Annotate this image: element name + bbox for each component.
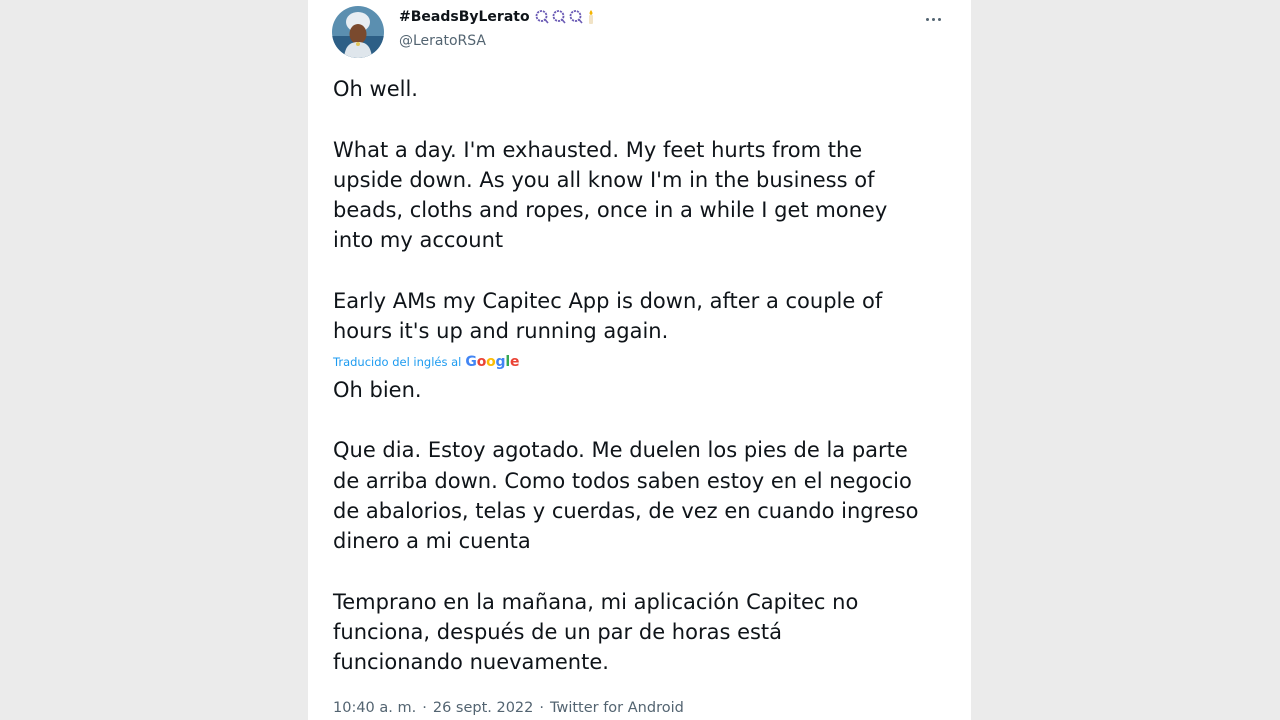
more-dot: [931, 17, 935, 21]
name-emoji-strip: [534, 9, 597, 25]
translated-paragraph-1: Oh bien.: [333, 377, 422, 402]
tweet-meta: 10:40 a. m. · 26 sept. 2022 · Twitter for An…: [333, 700, 684, 716]
text-line: de arriba down. Como todos saben estoy e…: [333, 468, 912, 493]
text-line: upside down. As you all know I'm in the …: [333, 167, 875, 192]
translated-paragraph-2: Que dia. Estoy agotado. Me duelen los pi…: [333, 435, 953, 556]
original-paragraph-3: Early AMs my Capitec App is down, after …: [333, 286, 953, 347]
tweet-source[interactable]: Twitter for Android: [550, 700, 684, 716]
text-line: beads, cloths and ropes, once in a while…: [333, 198, 888, 223]
text-line: funciona, después de un par de horas est…: [333, 620, 783, 645]
beads-icon: [569, 10, 583, 24]
beads-icon: [535, 10, 549, 24]
google-letter: g: [495, 353, 506, 370]
original-paragraph-2: What a day. I'm exhausted. My feet hurts…: [333, 135, 953, 256]
text-line: funcionando nuevamente.: [333, 650, 609, 675]
text-line: dinero a mi cuenta: [333, 529, 531, 554]
google-letter: o: [486, 353, 496, 370]
candle-icon: [588, 10, 593, 24]
author-handle[interactable]: @LeratoRSA: [399, 33, 486, 49]
author-name-row: #BeadsByLerato: [399, 9, 597, 25]
more-horizontal-icon[interactable]: [921, 8, 945, 30]
tweet-time[interactable]: 10:40 a. m.: [333, 700, 416, 716]
tweet-card: #BeadsByLerato @LeratoRSA Oh well. What …: [308, 0, 971, 720]
google-letter: e: [509, 353, 520, 370]
text-line: What a day. I'm exhausted. My feet hurts…: [333, 137, 863, 162]
google-letter: G: [465, 353, 477, 370]
text-line: Que dia. Estoy agotado. Me duelen los pi…: [333, 438, 908, 463]
text-line: hours it's up and running again.: [333, 319, 669, 344]
translated-by-label[interactable]: Traducido del inglés al: [333, 355, 461, 369]
more-dot: [925, 17, 929, 21]
author-display-name[interactable]: #BeadsByLerato: [399, 9, 530, 25]
text-line: Temprano en la mañana, mi aplicación Cap…: [333, 589, 859, 614]
more-dot: [937, 17, 941, 21]
avatar-icon[interactable]: [332, 6, 384, 58]
google-logo[interactable]: Google: [465, 354, 519, 370]
text-line: into my account: [333, 228, 504, 253]
google-letter: o: [476, 353, 487, 370]
meta-separator: ·: [539, 700, 544, 716]
text-line: de abalorios, telas y cuerdas, de vez en…: [333, 498, 919, 523]
beads-icon: [552, 10, 566, 24]
meta-separator: ·: [422, 700, 427, 716]
translation-attribution: Traducido del inglés al Google: [333, 351, 953, 373]
translated-paragraph-3: Temprano en la mañana, mi aplicación Cap…: [333, 587, 953, 678]
text-line: Early AMs my Capitec App is down, after …: [333, 289, 883, 314]
screenshot-canvas: #BeadsByLerato @LeratoRSA Oh well. What …: [0, 0, 1280, 720]
original-paragraph-1: Oh well.: [333, 77, 418, 101]
tweet-body: Oh well. What a day. I'm exhausted. My f…: [333, 74, 953, 678]
tweet-date[interactable]: 26 sept. 2022: [433, 700, 534, 716]
